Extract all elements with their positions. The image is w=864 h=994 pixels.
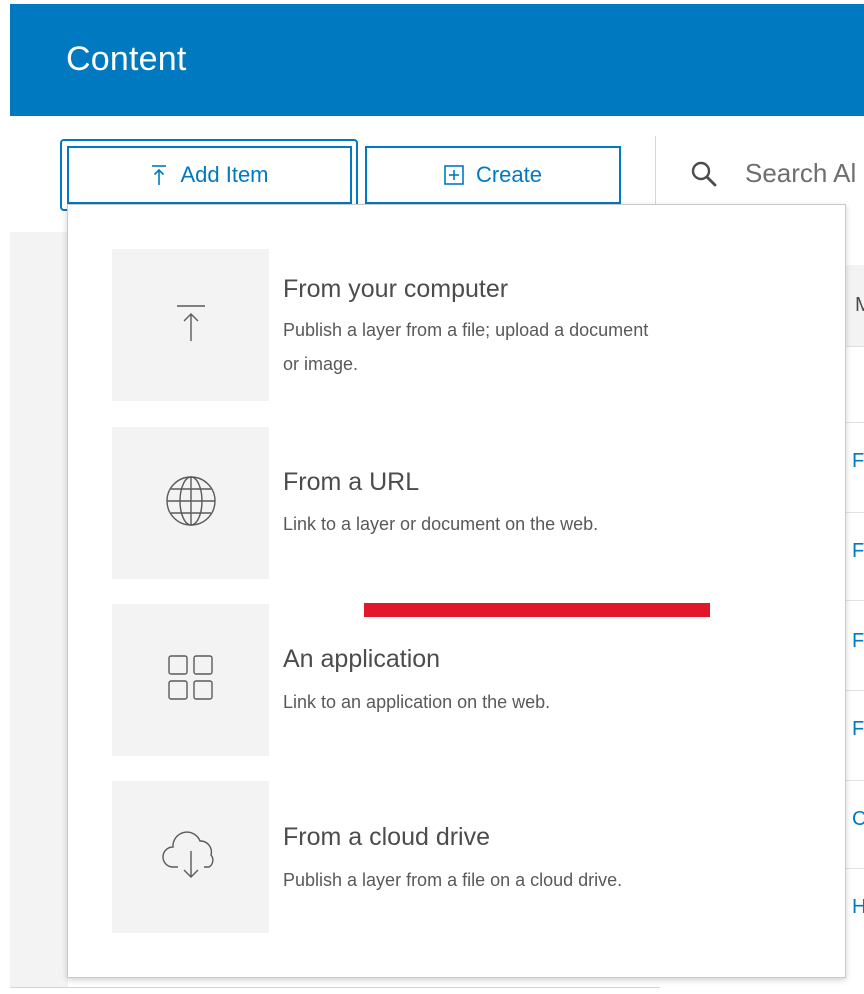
option-title: From a URL bbox=[283, 468, 420, 496]
option-icon-tile bbox=[112, 604, 269, 756]
plus-square-icon bbox=[444, 165, 464, 185]
option-icon-tile bbox=[112, 781, 269, 933]
app-header: Content bbox=[10, 4, 864, 116]
cloud-download-icon bbox=[161, 829, 221, 886]
left-panel-background bbox=[10, 232, 68, 987]
table-row[interactable]: F bbox=[852, 718, 864, 741]
row-divider bbox=[846, 600, 864, 601]
create-button[interactable]: Create bbox=[365, 146, 621, 204]
add-item-button[interactable]: Add Item bbox=[67, 146, 352, 204]
table-row[interactable]: C bbox=[852, 808, 864, 831]
upload-icon bbox=[175, 303, 207, 348]
table-header-label[interactable]: M bbox=[855, 294, 864, 317]
table-row[interactable]: F bbox=[852, 540, 864, 563]
option-description: Publish a layer from a file on a cloud d… bbox=[283, 870, 623, 890]
table-row[interactable]: F bbox=[852, 630, 864, 653]
option-title: An application bbox=[283, 645, 441, 673]
option-icon-tile bbox=[112, 427, 269, 579]
row-divider bbox=[846, 868, 864, 869]
option-description: Link to a layer or document on the web. bbox=[283, 514, 599, 534]
option-title: From your computer bbox=[283, 275, 509, 303]
search-input[interactable]: Search Al bbox=[745, 158, 856, 189]
page-title: Content bbox=[66, 40, 187, 78]
search-icon[interactable] bbox=[690, 160, 718, 193]
menu-item-application[interactable]: An application Link to an application on… bbox=[112, 604, 812, 758]
upload-icon bbox=[150, 164, 168, 186]
menu-item-from-computer[interactable]: From your computer Publish a layer from … bbox=[112, 249, 812, 403]
option-icon-tile bbox=[112, 249, 269, 401]
table-row[interactable]: H bbox=[852, 896, 864, 919]
option-description: Link to an application on the web. bbox=[283, 692, 551, 712]
menu-item-from-url[interactable]: From a URL Link to a layer or document o… bbox=[112, 427, 812, 581]
row-divider bbox=[846, 422, 864, 423]
highlight-annotation-bar bbox=[364, 603, 710, 617]
globe-icon bbox=[164, 474, 218, 533]
row-divider bbox=[846, 512, 864, 513]
add-item-label: Add Item bbox=[180, 162, 269, 187]
row-divider bbox=[846, 690, 864, 691]
option-description: Publish a layer from a file; upload a do… bbox=[283, 320, 649, 340]
option-description: or image. bbox=[283, 354, 359, 374]
divider bbox=[10, 987, 660, 988]
option-title: From a cloud drive bbox=[283, 823, 491, 851]
grid-apps-icon bbox=[167, 654, 215, 707]
row-divider bbox=[846, 780, 864, 781]
create-label: Create bbox=[475, 162, 543, 187]
table-row[interactable]: F bbox=[852, 450, 864, 473]
menu-item-cloud-drive[interactable]: From a cloud drive Publish a layer from … bbox=[112, 781, 812, 935]
